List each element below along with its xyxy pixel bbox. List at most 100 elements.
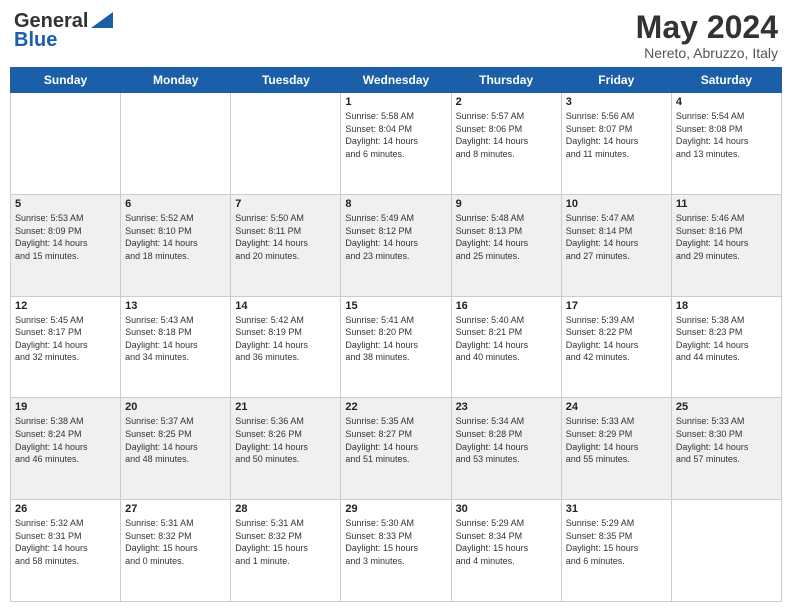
calendar-week-1: 1 Sunrise: 5:58 AMSunset: 8:04 PMDaylight… (11, 93, 782, 195)
day-info: Sunrise: 5:52 AMSunset: 8:10 PMDaylight:… (125, 212, 226, 262)
day-number: 28 (235, 503, 336, 515)
day-number: 12 (15, 300, 116, 312)
day-number: 26 (15, 503, 116, 515)
location: Nereto, Abruzzo, Italy (636, 45, 778, 61)
weekday-saturday: Saturday (671, 68, 781, 93)
calendar-cell: 1 Sunrise: 5:58 AMSunset: 8:04 PMDaylight… (341, 93, 451, 195)
calendar-cell: 15 Sunrise: 5:41 AMSunset: 8:20 PMDayligh… (341, 296, 451, 398)
calendar-cell (671, 500, 781, 602)
day-number: 24 (566, 401, 667, 413)
calendar-cell: 31 Sunrise: 5:29 AMSunset: 8:35 PMDayligh… (561, 500, 671, 602)
day-info: Sunrise: 5:36 AMSunset: 8:26 PMDaylight:… (235, 415, 336, 465)
day-info: Sunrise: 5:43 AMSunset: 8:18 PMDaylight:… (125, 314, 226, 364)
calendar-cell: 23 Sunrise: 5:34 AMSunset: 8:28 PMDayligh… (451, 398, 561, 500)
day-info: Sunrise: 5:39 AMSunset: 8:22 PMDaylight:… (566, 314, 667, 364)
calendar-cell: 19Sunrise: 5:38 AMSunset: 8:24 PMDayligh… (11, 398, 121, 500)
calendar-week-3: 12 Sunrise: 5:45 AMSunset: 8:17 PMDayligh… (11, 296, 782, 398)
calendar-cell: 16 Sunrise: 5:40 AMSunset: 8:21 PMDayligh… (451, 296, 561, 398)
calendar-cell: 5Sunrise: 5:53 AMSunset: 8:09 PMDaylight… (11, 194, 121, 296)
day-info: Sunrise: 5:35 AMSunset: 8:27 PMDaylight:… (345, 415, 446, 465)
day-number: 2 (456, 96, 557, 108)
calendar-cell: 25 Sunrise: 5:33 AMSunset: 8:30 PMDayligh… (671, 398, 781, 500)
day-info: Sunrise: 5:48 AMSunset: 8:13 PMDaylight:… (456, 212, 557, 262)
day-number: 9 (456, 198, 557, 210)
day-number: 25 (676, 401, 777, 413)
calendar-cell: 7 Sunrise: 5:50 AMSunset: 8:11 PMDaylight… (231, 194, 341, 296)
calendar-cell: 6 Sunrise: 5:52 AMSunset: 8:10 PMDaylight… (121, 194, 231, 296)
day-info: Sunrise: 5:46 AMSunset: 8:16 PMDaylight:… (676, 212, 777, 262)
day-info: Sunrise: 5:38 AMSunset: 8:24 PMDaylight:… (15, 415, 116, 465)
day-info: Sunrise: 5:41 AMSunset: 8:20 PMDaylight:… (345, 314, 446, 364)
day-info: Sunrise: 5:50 AMSunset: 8:11 PMDaylight:… (235, 212, 336, 262)
weekday-friday: Friday (561, 68, 671, 93)
day-number: 23 (456, 401, 557, 413)
weekday-header-row: SundayMondayTuesdayWednesdayThursdayFrid… (11, 68, 782, 93)
day-number: 8 (345, 198, 446, 210)
weekday-wednesday: Wednesday (341, 68, 451, 93)
day-info: Sunrise: 5:42 AMSunset: 8:19 PMDaylight:… (235, 314, 336, 364)
weekday-sunday: Sunday (11, 68, 121, 93)
day-info: Sunrise: 5:56 AMSunset: 8:07 PMDaylight:… (566, 110, 667, 160)
day-info: Sunrise: 5:31 AMSunset: 8:32 PMDaylight:… (235, 517, 336, 567)
day-number: 15 (345, 300, 446, 312)
day-number: 10 (566, 198, 667, 210)
calendar-cell: 17 Sunrise: 5:39 AMSunset: 8:22 PMDayligh… (561, 296, 671, 398)
day-number: 4 (676, 96, 777, 108)
logo-blue: Blue (14, 29, 57, 52)
calendar-cell: 12 Sunrise: 5:45 AMSunset: 8:17 PMDayligh… (11, 296, 121, 398)
calendar-cell: 29Sunrise: 5:30 AMSunset: 8:33 PMDayligh… (341, 500, 451, 602)
weekday-monday: Monday (121, 68, 231, 93)
day-number: 1 (345, 96, 446, 108)
calendar-cell: 11Sunrise: 5:46 AMSunset: 8:16 PMDayligh… (671, 194, 781, 296)
month-title: May 2024 (636, 10, 778, 45)
calendar-cell: 13 Sunrise: 5:43 AMSunset: 8:18 PMDayligh… (121, 296, 231, 398)
weekday-tuesday: Tuesday (231, 68, 341, 93)
calendar-week-5: 26Sunrise: 5:32 AMSunset: 8:31 PMDayligh… (11, 500, 782, 602)
calendar-cell: 27Sunrise: 5:31 AMSunset: 8:32 PMDayligh… (121, 500, 231, 602)
logo: General Blue (14, 10, 113, 52)
calendar-cell (121, 93, 231, 195)
day-info: Sunrise: 5:45 AMSunset: 8:17 PMDaylight:… (15, 314, 116, 364)
page: General Blue May 2024 Nereto, Abruzzo, I… (0, 0, 792, 612)
day-info: Sunrise: 5:33 AMSunset: 8:30 PMDaylight:… (676, 415, 777, 465)
day-info: Sunrise: 5:31 AMSunset: 8:32 PMDaylight:… (125, 517, 226, 567)
calendar-cell (231, 93, 341, 195)
calendar-cell: 22 Sunrise: 5:35 AMSunset: 8:27 PMDayligh… (341, 398, 451, 500)
calendar-week-2: 5Sunrise: 5:53 AMSunset: 8:09 PMDaylight… (11, 194, 782, 296)
calendar-cell: 24 Sunrise: 5:33 AMSunset: 8:29 PMDayligh… (561, 398, 671, 500)
calendar-cell: 9 Sunrise: 5:48 AMSunset: 8:13 PMDaylight… (451, 194, 561, 296)
day-number: 16 (456, 300, 557, 312)
calendar-cell: 26Sunrise: 5:32 AMSunset: 8:31 PMDayligh… (11, 500, 121, 602)
calendar-cell: 8 Sunrise: 5:49 AMSunset: 8:12 PMDaylight… (341, 194, 451, 296)
day-info: Sunrise: 5:30 AMSunset: 8:33 PMDaylight:… (345, 517, 446, 567)
title-block: May 2024 Nereto, Abruzzo, Italy (636, 10, 778, 61)
calendar-cell: 20 Sunrise: 5:37 AMSunset: 8:25 PMDayligh… (121, 398, 231, 500)
calendar-cell: 3 Sunrise: 5:56 AMSunset: 8:07 PMDaylight… (561, 93, 671, 195)
logo-icon (91, 12, 113, 28)
day-info: Sunrise: 5:58 AMSunset: 8:04 PMDaylight:… (345, 110, 446, 160)
day-info: Sunrise: 5:38 AMSunset: 8:23 PMDaylight:… (676, 314, 777, 364)
day-number: 6 (125, 198, 226, 210)
day-number: 31 (566, 503, 667, 515)
day-number: 13 (125, 300, 226, 312)
calendar-cell: 30Sunrise: 5:29 AMSunset: 8:34 PMDayligh… (451, 500, 561, 602)
day-info: Sunrise: 5:49 AMSunset: 8:12 PMDaylight:… (345, 212, 446, 262)
day-number: 17 (566, 300, 667, 312)
day-info: Sunrise: 5:37 AMSunset: 8:25 PMDaylight:… (125, 415, 226, 465)
day-number: 22 (345, 401, 446, 413)
day-info: Sunrise: 5:34 AMSunset: 8:28 PMDaylight:… (456, 415, 557, 465)
calendar-table: SundayMondayTuesdayWednesdayThursdayFrid… (10, 67, 782, 602)
day-number: 7 (235, 198, 336, 210)
day-info: Sunrise: 5:40 AMSunset: 8:21 PMDaylight:… (456, 314, 557, 364)
calendar-cell: 2 Sunrise: 5:57 AMSunset: 8:06 PMDaylight… (451, 93, 561, 195)
day-info: Sunrise: 5:29 AMSunset: 8:35 PMDaylight:… (566, 517, 667, 567)
day-number: 3 (566, 96, 667, 108)
day-number: 14 (235, 300, 336, 312)
day-number: 20 (125, 401, 226, 413)
calendar-cell: 14 Sunrise: 5:42 AMSunset: 8:19 PMDayligh… (231, 296, 341, 398)
day-info: Sunrise: 5:53 AMSunset: 8:09 PMDaylight:… (15, 212, 116, 262)
day-number: 18 (676, 300, 777, 312)
day-info: Sunrise: 5:33 AMSunset: 8:29 PMDaylight:… (566, 415, 667, 465)
day-info: Sunrise: 5:57 AMSunset: 8:06 PMDaylight:… (456, 110, 557, 160)
calendar-cell: 10Sunrise: 5:47 AMSunset: 8:14 PMDayligh… (561, 194, 671, 296)
